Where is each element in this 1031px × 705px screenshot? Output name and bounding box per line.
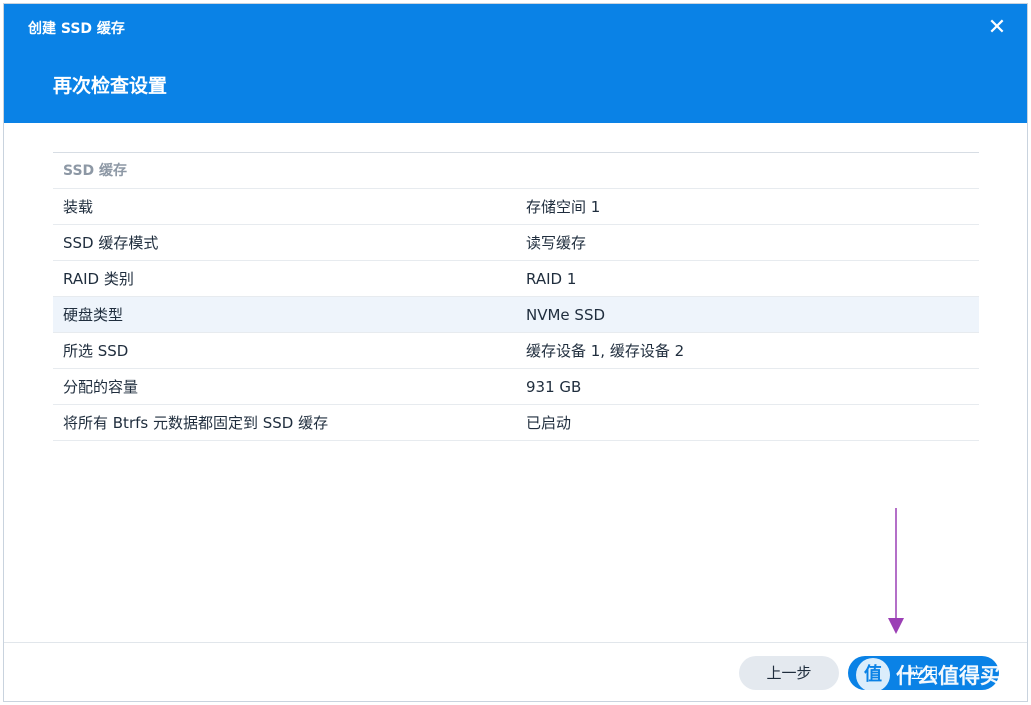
watermark: 值 什么值得买 (856, 655, 1001, 695)
row-label: 分配的容量 (63, 378, 139, 396)
table-row: 分配的容量 931 GB (53, 369, 979, 405)
row-value: 缓存设备 1, 缓存设备 2 (526, 342, 685, 360)
row-value: 已启动 (526, 414, 572, 432)
row-label: SSD 缓存模式 (63, 234, 159, 252)
dialog-header: 创建 SSD 缓存 ✕ 再次检查设置 (4, 4, 1027, 123)
row-value: RAID 1 (526, 270, 577, 288)
section-header: SSD 缓存 (53, 153, 979, 189)
row-value: NVMe SSD (526, 306, 606, 324)
table-row: RAID 类别 RAID 1 (53, 261, 979, 297)
table-row: 所选 SSD 缓存设备 1, 缓存设备 2 (53, 333, 979, 369)
page-title: 再次检查设置 (53, 75, 168, 97)
table-row: 将所有 Btrfs 元数据都固定到 SSD 缓存 已启动 (53, 405, 979, 441)
section-label: SSD 缓存 (63, 163, 128, 179)
watermark-text: 什么值得买 (896, 664, 1001, 688)
row-label: RAID 类别 (63, 270, 134, 288)
settings-summary-table: SSD 缓存 装载 存储空间 1 SSD 缓存模式 读写缓存 RAID 类别 R… (53, 152, 979, 441)
row-label: 将所有 Btrfs 元数据都固定到 SSD 缓存 (63, 414, 329, 432)
table-row: 装载 存储空间 1 (53, 189, 979, 225)
row-value: 读写缓存 (526, 234, 587, 252)
row-label: 装载 (63, 198, 94, 216)
row-value: 存储空间 1 (526, 198, 601, 216)
close-icon[interactable]: ✕ (985, 16, 1009, 40)
annotation-arrow-icon (888, 508, 904, 634)
previous-button[interactable]: 上一步 (739, 656, 839, 690)
row-label: 所选 SSD (63, 342, 129, 360)
row-value: 931 GB (526, 378, 582, 396)
watermark-logo-icon: 值 (856, 658, 890, 692)
row-label: 硬盘类型 (63, 306, 124, 324)
create-ssd-cache-dialog: 创建 SSD 缓存 ✕ 再次检查设置 SSD 缓存 装载 存储空间 1 SSD … (3, 3, 1028, 702)
table-row: SSD 缓存模式 读写缓存 (53, 225, 979, 261)
table-row-hovered: 硬盘类型 NVMe SSD (53, 297, 979, 333)
window-title: 创建 SSD 缓存 (28, 21, 125, 37)
